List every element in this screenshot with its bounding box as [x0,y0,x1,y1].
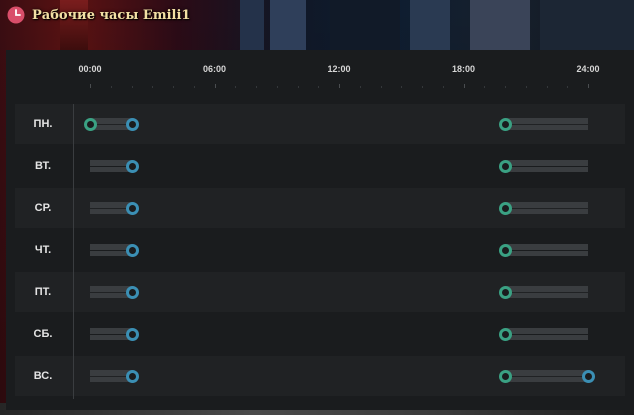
window-title: Рабочие часы Emili1 [32,7,191,23]
axis-minor-tick [110,86,112,88]
shift-start-handle[interactable] [84,118,97,131]
axis-minor-tick [546,86,548,88]
axis-minor-tick [505,86,506,88]
shift-track-lower [505,209,588,214]
day-label: ВТ. [34,160,52,172]
axis-minor-tick [442,86,444,88]
axis-minor-tick [422,86,423,88]
axis-minor-tick [173,86,174,88]
axis-minor-tick [256,86,257,88]
shift-start-handle[interactable] [499,118,512,131]
shift-track-lower [505,335,588,340]
axis-minor-tick [318,86,320,88]
shift-track [505,118,588,124]
axis-minor-tick [525,86,527,88]
axis-tick-label: 24:00 [576,64,600,74]
shift-end-handle[interactable] [125,202,139,215]
shift-end-handle[interactable] [125,286,139,299]
axis-start-line [73,104,74,399]
day-label: ПТ. [34,286,52,298]
day-label: ВС. [33,370,53,382]
shift-track-lower [505,251,588,256]
shift-start-handle[interactable] [499,244,512,257]
axis-tick-label: 06:00 [202,64,227,74]
shift-start-handle[interactable] [499,328,512,341]
axis-minor-tick [235,86,237,88]
shift-track-lower [505,293,588,298]
shift-track [505,286,588,292]
day-row: ПН. [15,104,625,144]
axis-minor-tick [131,86,133,88]
day-row: СБ. [15,314,625,354]
shift-track-lower [505,377,588,382]
axis-minor-tick [276,86,278,88]
window-title-bar: Рабочие часы Emili1 [7,4,190,26]
axis-tick [90,84,91,88]
day-label: СР. [34,202,52,214]
axis-tick-label: 12:00 [327,64,351,74]
time-axis: 00:00 06:00 12:00 18:00 24:00 [6,50,634,90]
shift-start-handle[interactable] [499,370,512,383]
shift-bar[interactable] [505,160,588,172]
shift-bar[interactable] [505,244,588,256]
day-row: ВС. [15,356,625,396]
shift-bar[interactable] [505,118,588,130]
axis-tick [463,84,465,88]
shift-bar[interactable] [505,370,588,382]
axis-minor-tick [193,86,195,88]
shift-track [505,244,588,250]
axis-tick-label: 00:00 [78,64,102,74]
shift-bar[interactable] [505,286,588,298]
shift-end-handle[interactable] [125,118,139,131]
day-label: ПН. [33,118,53,130]
axis-minor-tick [359,86,361,88]
shift-start-handle[interactable] [499,160,512,173]
axis-minor-tick [380,86,382,88]
axis-minor-tick [401,86,403,88]
shift-track [505,160,588,166]
shift-track [505,328,588,334]
shift-track [505,202,588,208]
day-row: ВТ. [15,146,625,186]
shift-end-handle[interactable] [125,370,139,383]
day-label: СБ. [33,328,53,340]
work-hours-panel: 00:00 06:00 12:00 18:00 24:00 ПН. ВТ. СР. ЧТ. ПТ… [6,50,634,410]
shift-end-handle[interactable] [582,370,595,383]
axis-tick-label: 18:00 [451,64,476,74]
day-label: ЧТ. [34,244,52,256]
shift-bar[interactable] [505,202,588,214]
shift-bar[interactable] [505,328,588,340]
shift-end-handle[interactable] [125,244,139,257]
axis-minor-tick [152,86,154,88]
shift-track [505,370,588,376]
axis-minor-tick [297,86,299,88]
axis-tick [339,84,340,88]
clock-icon [7,6,25,24]
shift-track-lower [505,125,588,130]
shift-start-handle[interactable] [499,286,512,299]
day-row: ПТ. [15,272,625,312]
axis-minor-tick [567,86,569,88]
shift-end-handle[interactable] [125,328,139,341]
shift-track-lower [505,167,588,172]
day-row: СР. [15,188,625,228]
shift-end-handle[interactable] [125,160,139,173]
axis-minor-tick [484,86,486,88]
day-row: ЧТ. [15,230,625,270]
axis-tick [588,84,589,88]
shift-start-handle[interactable] [499,202,512,215]
axis-tick [214,84,216,88]
